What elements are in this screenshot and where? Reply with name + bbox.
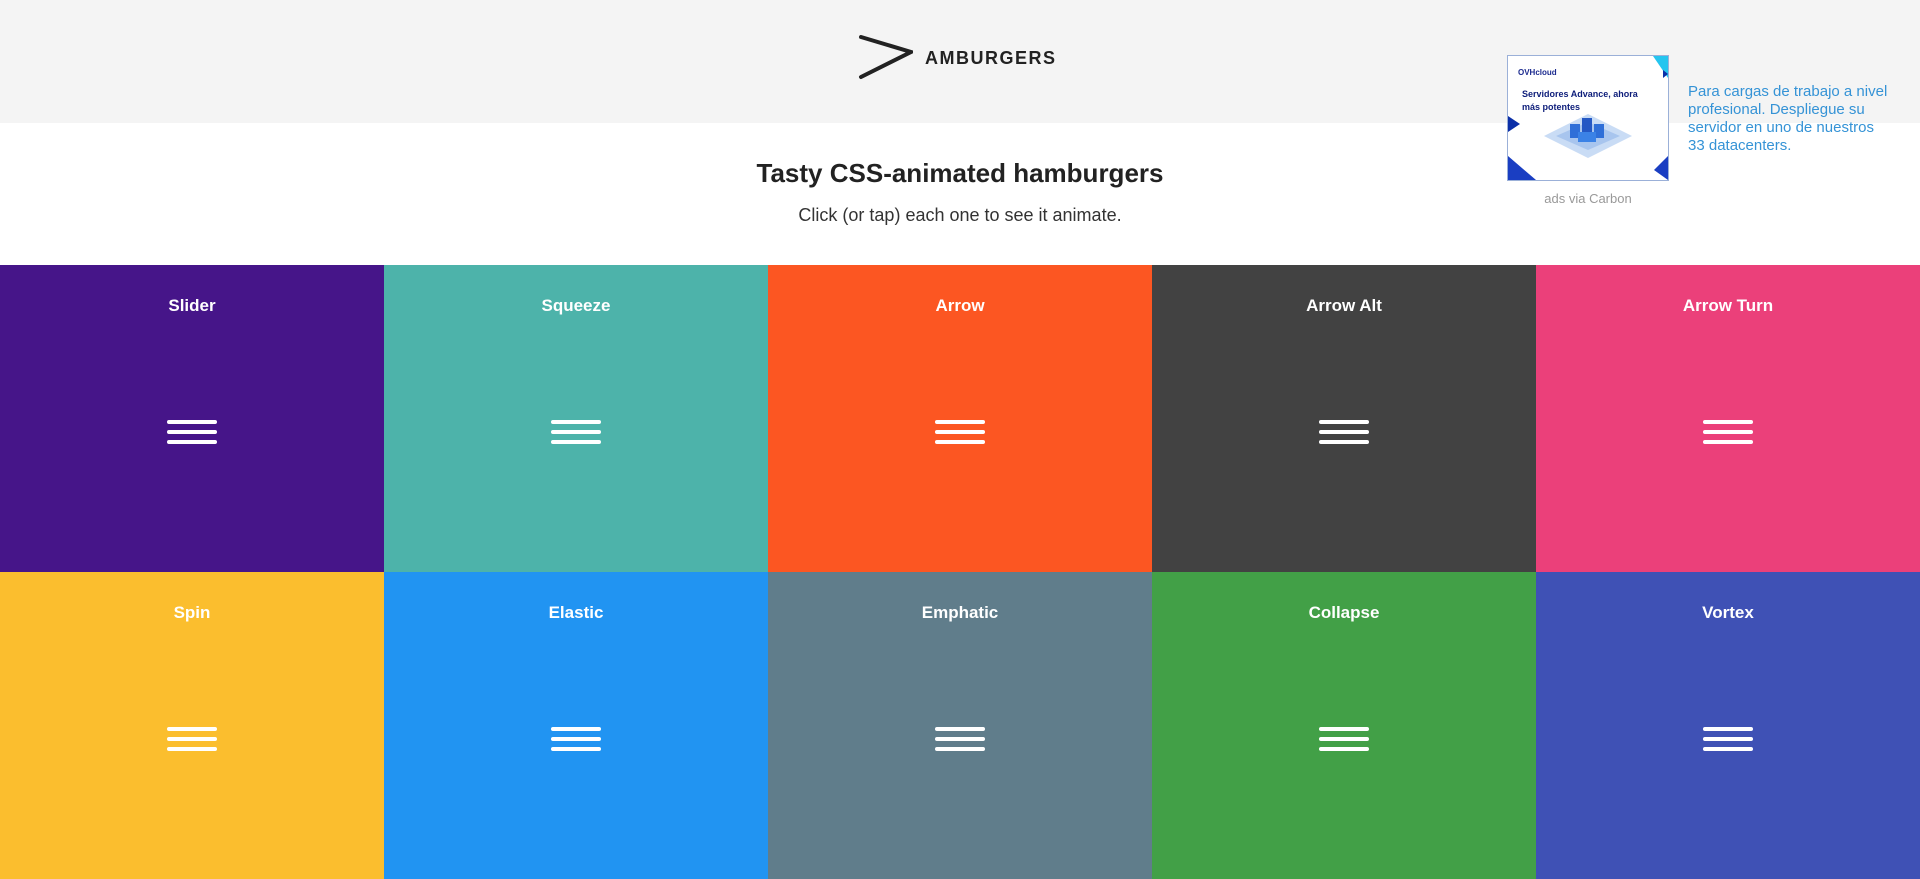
tile-squeeze: Squeeze <box>384 265 768 572</box>
tile-title: Slider <box>168 296 216 315</box>
tile-title: Arrow Turn <box>1682 296 1774 315</box>
hamburger-icon[interactable] <box>935 724 985 757</box>
ad-image[interactable]: OVHcloud Servidores Advance, ahora más p… <box>1507 55 1669 181</box>
hamburger-icon[interactable] <box>1703 724 1753 757</box>
hamburger-icon[interactable] <box>1319 724 1369 757</box>
tile-title: Spin <box>173 603 211 622</box>
tile-title: Arrow Alt <box>1306 296 1382 315</box>
tile-title: Arrow <box>935 296 985 315</box>
hamburger-icon[interactable] <box>1319 417 1369 450</box>
tile-spin: Spin <box>0 572 384 879</box>
hamburger-icon[interactable] <box>551 724 601 757</box>
tile-emphatic: Emphatic <box>768 572 1152 879</box>
hamburger-icon[interactable] <box>551 417 601 450</box>
ad-via-carbon-link[interactable]: ads via Carbon <box>1507 191 1669 206</box>
tile-slider: Slider <box>0 265 384 572</box>
tile-title: Squeeze <box>541 296 611 315</box>
logo-text: AMBURGERS <box>925 47 1057 68</box>
tile-arrow: Arrow <box>768 265 1152 572</box>
hamburger-icon[interactable] <box>1703 417 1753 450</box>
ad-brand: OVHcloud <box>1518 68 1557 77</box>
tile-vortex: Vortex <box>1536 572 1920 879</box>
tile-title: Elastic <box>548 603 604 622</box>
hamburger-icon[interactable] <box>935 417 985 450</box>
tile-arrow-alt: Arrow Alt <box>1152 265 1536 572</box>
page-subtitle: Click (or tap) each one to see it animat… <box>798 205 1122 225</box>
tile-title: Vortex <box>1702 603 1754 622</box>
ad-text-link[interactable]: Para cargas de trabajo a nivel profesion… <box>1688 83 1888 155</box>
logo-chevron-icon <box>857 34 913 82</box>
tile-title: Emphatic <box>921 603 999 622</box>
tile-arrow-turn: Arrow Turn <box>1536 265 1920 572</box>
hamburger-grid: Slider Squeeze Arrow Arrow Alt Arrow Tur… <box>0 265 1920 879</box>
tile-collapse: Collapse <box>1152 572 1536 879</box>
tile-title: Collapse <box>1308 603 1380 622</box>
site-logo[interactable]: AMBURGERS <box>857 34 1057 82</box>
tile-elastic: Elastic <box>384 572 768 879</box>
ad-image-headline: Servidores Advance, ahora más potentes <box>1522 89 1638 112</box>
hamburger-icon[interactable] <box>167 417 217 450</box>
hamburger-icon[interactable] <box>167 724 217 757</box>
